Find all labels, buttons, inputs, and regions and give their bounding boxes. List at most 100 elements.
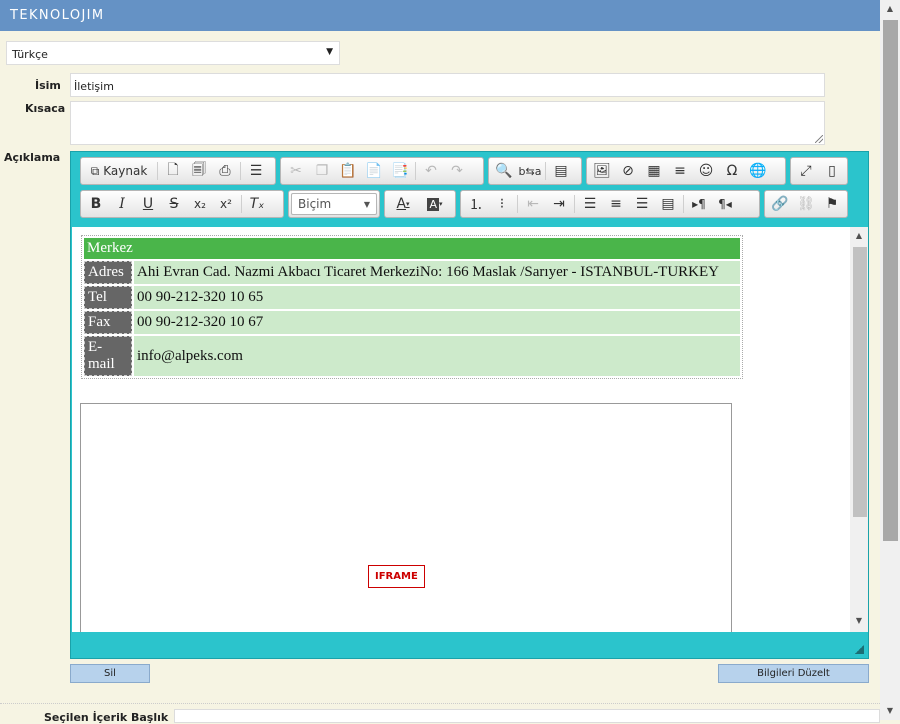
- toolbar-separator: [240, 162, 241, 180]
- find-icon[interactable]: 🔍: [491, 159, 517, 183]
- editor-scroll-thumb[interactable]: [853, 247, 867, 517]
- indent-icon[interactable]: ⇥: [546, 192, 572, 216]
- scroll-up-arrow-icon[interactable]: ▲: [880, 4, 900, 13]
- table-row: Merkez: [84, 238, 740, 259]
- table-value-cell: Ahi Evran Cad. Nazmi Akbacı Ticaret Merk…: [134, 261, 740, 284]
- toolbar-separator: [157, 162, 158, 180]
- table-header-cell: Merkez: [84, 238, 740, 259]
- superscript-icon[interactable]: x²: [213, 192, 239, 216]
- select-all-icon[interactable]: ▤: [548, 159, 574, 183]
- scroll-down-arrow-icon[interactable]: ▼: [880, 706, 900, 715]
- paste-icon[interactable]: 📋: [335, 159, 361, 183]
- rich-text-editor: ⧉ Kaynak 🗋 🗐 ⎙ ☰ ✂ ❐ 📋 📄 📑 ↶ ↷ 🔍 b⇆a ▤ 🖼…: [70, 151, 869, 659]
- toolbar-group-find: 🔍 b⇆a ▤: [488, 157, 582, 185]
- table-row: Adres Ahi Evran Cad. Nazmi Akbacı Ticare…: [84, 261, 740, 284]
- ltr-icon[interactable]: ▸¶: [686, 192, 712, 216]
- new-page-icon[interactable]: 🗋: [160, 159, 186, 183]
- source-button-label: Kaynak: [103, 164, 148, 178]
- text-color-icon[interactable]: A ▾: [387, 192, 419, 216]
- table-row: Fax 00 90-212-320 10 67: [84, 311, 740, 334]
- resize-grip-icon[interactable]: [815, 135, 823, 143]
- paste-word-icon[interactable]: 📑: [387, 159, 413, 183]
- language-select-value: Türkçe: [12, 48, 48, 61]
- italic-icon[interactable]: I: [109, 192, 135, 216]
- toolbar-group-paragraph: ⒈ ⁝ ⇤ ⇥ ☰ ≡ ☰ ▤ ▸¶ ¶◂: [460, 190, 760, 218]
- table-key-cell: E-mail: [84, 336, 132, 376]
- strikethrough-icon[interactable]: S: [161, 192, 187, 216]
- preview-icon[interactable]: 🗐: [186, 159, 212, 183]
- selected-content-label: Seçilen İçerik Başlık: [44, 711, 169, 724]
- toolbar-group-document: ⧉ Kaynak 🗋 🗐 ⎙ ☰: [80, 157, 276, 185]
- special-char-icon[interactable]: Ω: [719, 159, 745, 183]
- maximize-icon[interactable]: ⤢: [793, 159, 819, 183]
- toolbar-separator: [241, 195, 242, 213]
- language-select[interactable]: Türkçe ▼: [6, 41, 340, 65]
- table-icon[interactable]: ▦: [641, 159, 667, 183]
- justify-icon[interactable]: ▤: [655, 192, 681, 216]
- subscript-icon[interactable]: x₂: [187, 192, 213, 216]
- toolbar-separator: [574, 195, 575, 213]
- align-right-icon[interactable]: ☰: [629, 192, 655, 216]
- link-icon[interactable]: 🔗: [767, 192, 793, 216]
- toolbar-group-insert: 🖼 ⊘ ▦ ≡ ☺ Ω 🌐: [586, 157, 786, 185]
- summary-label: Kısaca: [25, 102, 66, 115]
- format-combo[interactable]: Biçim ▼: [291, 193, 377, 215]
- toolbar-group-view: ⤢ ▯: [790, 157, 848, 185]
- format-combo-label: Biçim: [298, 197, 332, 211]
- chevron-down-icon: ▼: [363, 199, 370, 209]
- align-center-icon[interactable]: ≡: [603, 192, 629, 216]
- remove-format-icon[interactable]: Tₓ: [244, 192, 270, 216]
- page-scrollbar[interactable]: ▲ ▼: [880, 0, 900, 720]
- bold-icon[interactable]: B: [83, 192, 109, 216]
- editor-content-area[interactable]: Merkez Adres Ahi Evran Cad. Nazmi Akbacı…: [72, 227, 868, 632]
- toolbar-group-links: 🔗 ⛓ ⚑: [764, 190, 848, 218]
- table-key-cell: Fax: [84, 311, 132, 334]
- image-icon[interactable]: 🖼: [589, 159, 615, 183]
- name-input[interactable]: İletişim: [70, 73, 825, 97]
- table-row: E-mail info@alpeks.com: [84, 336, 740, 376]
- table-value-cell: 00 90-212-320 10 65: [134, 286, 740, 309]
- update-info-button[interactable]: Bilgileri Düzelt: [718, 664, 869, 683]
- editor-scrollbar[interactable]: ▲ ▼: [850, 227, 868, 632]
- toolbar-group-basic-styles: B I U S x₂ x² Tₓ: [80, 190, 284, 218]
- bulleted-list-icon[interactable]: ⁝: [489, 192, 515, 216]
- description-label: Açıklama: [4, 151, 61, 164]
- toolbar-separator: [545, 162, 546, 180]
- outdent-icon[interactable]: ⇤: [520, 192, 546, 216]
- show-blocks-icon[interactable]: ▯: [819, 159, 845, 183]
- iframe-placeholder[interactable]: [80, 403, 732, 632]
- print-icon[interactable]: ⎙: [212, 159, 238, 183]
- cut-icon[interactable]: ✂: [283, 159, 309, 183]
- summary-textarea[interactable]: [70, 101, 825, 145]
- source-button[interactable]: ⧉ Kaynak: [83, 159, 155, 183]
- align-left-icon[interactable]: ☰: [577, 192, 603, 216]
- page-scroll-thumb[interactable]: [883, 20, 898, 541]
- undo-icon[interactable]: ↶: [418, 159, 444, 183]
- underline-icon[interactable]: U: [135, 192, 161, 216]
- paste-text-icon[interactable]: 📄: [361, 159, 387, 183]
- delete-button[interactable]: Sil: [70, 664, 150, 683]
- table-key-cell: Tel: [84, 286, 132, 309]
- flash-icon[interactable]: ⊘: [615, 159, 641, 183]
- numbered-list-icon[interactable]: ⒈: [463, 192, 489, 216]
- replace-icon[interactable]: b⇆a: [517, 159, 543, 183]
- rtl-icon[interactable]: ¶◂: [712, 192, 738, 216]
- anchor-flag-icon[interactable]: ⚑: [819, 192, 845, 216]
- iframe-icon[interactable]: 🌐: [745, 159, 771, 183]
- scroll-up-arrow-icon[interactable]: ▲: [850, 231, 868, 240]
- smiley-icon[interactable]: ☺: [693, 159, 719, 183]
- selected-content-input[interactable]: [174, 709, 880, 723]
- horizontal-rule-icon[interactable]: ≡: [667, 159, 693, 183]
- unlink-icon[interactable]: ⛓: [793, 192, 819, 216]
- redo-icon[interactable]: ↷: [444, 159, 470, 183]
- table-value-cell: 00 90-212-320 10 67: [134, 311, 740, 334]
- resize-grip-icon[interactable]: [855, 645, 864, 654]
- editor-status-bar: [71, 632, 868, 658]
- toolbar-group-clipboard: ✂ ❐ 📋 📄 📑 ↶ ↷: [280, 157, 484, 185]
- copy-icon[interactable]: ❐: [309, 159, 335, 183]
- top-bar: TEKNOLOJIM: [0, 0, 880, 31]
- app-logo: TEKNOLOJIM: [10, 8, 105, 23]
- background-color-icon[interactable]: A ▾: [419, 192, 451, 216]
- scroll-down-arrow-icon[interactable]: ▼: [850, 616, 868, 625]
- templates-icon[interactable]: ☰: [243, 159, 269, 183]
